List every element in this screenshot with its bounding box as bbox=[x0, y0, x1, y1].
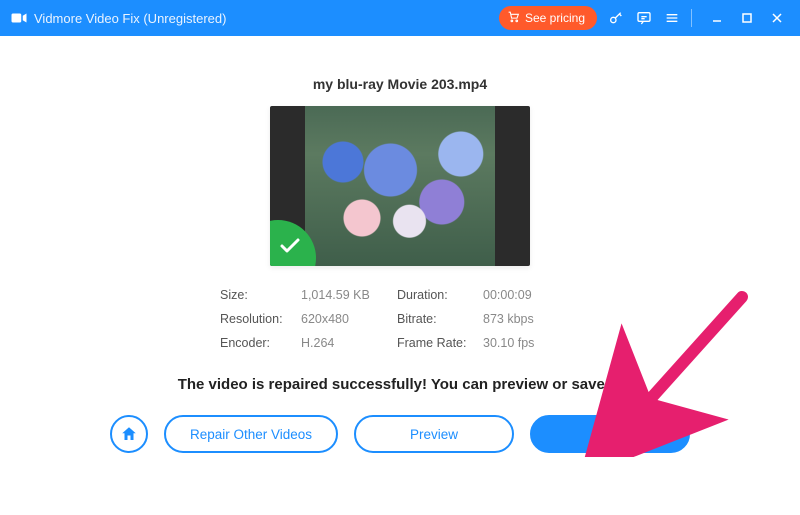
home-icon bbox=[120, 425, 138, 443]
key-icon[interactable] bbox=[607, 9, 625, 27]
menu-icon[interactable] bbox=[663, 9, 681, 27]
titlebar-separator bbox=[691, 9, 692, 27]
window-controls bbox=[702, 0, 792, 36]
cart-icon bbox=[507, 10, 520, 26]
encoder-label: Encoder: bbox=[220, 336, 295, 350]
framerate-value: 30.10 fps bbox=[483, 336, 568, 350]
bitrate-value: 873 kbps bbox=[483, 312, 568, 326]
duration-label: Duration: bbox=[397, 288, 477, 302]
close-button[interactable] bbox=[762, 0, 792, 36]
see-pricing-button[interactable]: See pricing bbox=[499, 6, 597, 30]
home-button[interactable] bbox=[110, 415, 148, 453]
status-message: The video is repaired successfully! You … bbox=[178, 376, 623, 393]
action-bar: Repair Other Videos Preview Save bbox=[110, 415, 690, 453]
repair-other-videos-button[interactable]: Repair Other Videos bbox=[164, 415, 338, 453]
minimize-button[interactable] bbox=[702, 0, 732, 36]
bitrate-label: Bitrate: bbox=[397, 312, 477, 326]
app-window: Vidmore Video Fix (Unregistered) See pri… bbox=[0, 0, 800, 515]
resolution-label: Resolution: bbox=[220, 312, 295, 326]
app-title: Vidmore Video Fix (Unregistered) bbox=[34, 11, 226, 26]
video-metadata: Size: 1,014.59 KB Duration: 00:00:09 Res… bbox=[220, 288, 580, 350]
feedback-icon[interactable] bbox=[635, 9, 653, 27]
thumbnail-image bbox=[305, 106, 495, 266]
titlebar: Vidmore Video Fix (Unregistered) See pri… bbox=[0, 0, 800, 36]
size-label: Size: bbox=[220, 288, 295, 302]
check-icon bbox=[278, 234, 302, 258]
file-name: my blu-ray Movie 203.mp4 bbox=[313, 76, 487, 92]
see-pricing-label: See pricing bbox=[525, 11, 585, 25]
titlebar-tools bbox=[607, 9, 681, 27]
size-value: 1,014.59 KB bbox=[301, 288, 391, 302]
resolution-value: 620x480 bbox=[301, 312, 391, 326]
preview-button[interactable]: Preview bbox=[354, 415, 514, 453]
video-thumbnail bbox=[270, 106, 530, 266]
maximize-button[interactable] bbox=[732, 0, 762, 36]
save-button[interactable]: Save bbox=[530, 415, 690, 453]
duration-value: 00:00:09 bbox=[483, 288, 568, 302]
encoder-value: H.264 bbox=[301, 336, 391, 350]
main-content: my blu-ray Movie 203.mp4 Size: 1,014.59 … bbox=[0, 36, 800, 515]
app-logo-icon bbox=[10, 9, 28, 27]
framerate-label: Frame Rate: bbox=[397, 336, 477, 350]
